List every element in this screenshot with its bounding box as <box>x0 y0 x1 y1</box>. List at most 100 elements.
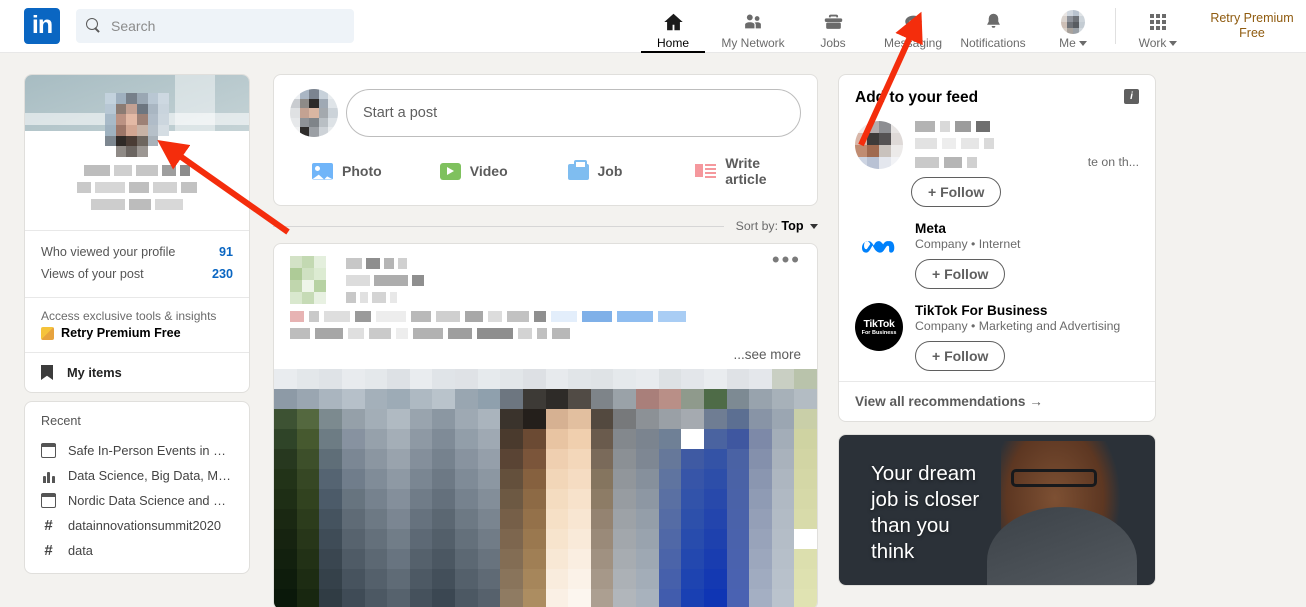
premium-upsell-block[interactable]: Access exclusive tools & insights Retry … <box>25 297 249 352</box>
post-author-name-redacted <box>346 258 424 269</box>
calendar-icon <box>41 493 56 508</box>
recent-item-2[interactable]: Nordic Data Science and Ma... <box>41 488 233 513</box>
suggestion-name[interactable]: Meta <box>915 221 1139 236</box>
profile-name-redacted <box>41 165 233 176</box>
view-all-recommendations-link[interactable]: View all recommendations → <box>839 381 1155 421</box>
stat-views-of-your-post[interactable]: Views of your post 230 <box>41 263 233 285</box>
composer-top-row: Start a post <box>290 89 801 137</box>
nav-divider <box>1115 8 1116 44</box>
add-to-your-feed-card: Add to your feed i te on th... + Follow … <box>838 74 1156 422</box>
follow-button-1[interactable]: + Follow <box>915 259 1006 289</box>
top-navigation-bar: in Home M <box>0 0 1306 53</box>
nav-item-jobs[interactable]: Jobs <box>793 0 873 53</box>
nav-item-my-network[interactable]: My Network <box>713 0 793 53</box>
nav-item-home[interactable]: Home <box>633 0 713 53</box>
post-author-sub-redacted <box>346 275 424 286</box>
composer-write-article-button[interactable]: Write article <box>673 147 801 195</box>
nav-label-jobs: Jobs <box>820 35 846 50</box>
suggestion-body: TikTok For Business Company • Marketing … <box>915 303 1139 371</box>
nav-item-work[interactable]: Work <box>1118 0 1198 53</box>
add-to-feed-header: Add to your feed i <box>855 89 1139 107</box>
follow-button-2[interactable]: + Follow <box>915 341 1006 371</box>
stat-label: Views of your post <box>41 267 144 281</box>
nav-label-notifications: Notifications <box>960 35 1026 50</box>
search-box[interactable] <box>76 9 354 43</box>
retry-premium-free-link[interactable]: Retry Premium Free <box>1198 0 1306 53</box>
sort-divider-line <box>273 225 724 227</box>
start-a-post-button[interactable]: Start a post <box>346 89 801 137</box>
recent-item-label: Safe In-Person Events in Pr... <box>68 443 233 458</box>
suggestion-body: Meta Company • Internet + Follow <box>915 221 1139 289</box>
nav-item-me[interactable]: Me <box>1033 0 1113 53</box>
suggestion-body: te on th... + Follow <box>911 121 1139 207</box>
recent-item-label: data <box>68 543 93 558</box>
my-items-row[interactable]: My items <box>25 352 249 392</box>
info-icon[interactable]: i <box>1124 89 1139 104</box>
hashtag-icon: # <box>44 517 53 534</box>
feed-sort-bar: Sort by: Top <box>273 219 818 233</box>
recent-item-0[interactable]: Safe In-Person Events in Pr... <box>41 438 233 463</box>
follow-button-0[interactable]: + Follow <box>911 177 1002 207</box>
ad-glasses <box>1011 469 1097 487</box>
recent-item-1[interactable]: Data Science, Big Data, Mac... <box>41 463 233 488</box>
stat-value: 230 <box>211 267 233 281</box>
premium-subtitle: Access exclusive tools & insights <box>41 309 217 323</box>
composer-job-button[interactable]: Job <box>546 147 674 195</box>
recent-item-4[interactable]: # data <box>41 538 233 563</box>
avatar-icon <box>1061 9 1085 34</box>
recent-item-label: datainnovationsummit2020 <box>68 518 221 533</box>
grid-icon <box>1150 10 1166 34</box>
post-see-more-link[interactable]: ...see more <box>274 345 817 369</box>
add-to-feed-title: Add to your feed <box>855 89 979 106</box>
suggestion-item-tiktok: TikTok For Business TikTok For Business … <box>855 303 1139 371</box>
suggestion-item-meta: Meta Company • Internet + Follow <box>855 221 1139 289</box>
suggestion-subtitle: Company • Internet <box>915 237 1021 251</box>
recent-item-3[interactable]: # datainnovationsummit2020 <box>41 513 233 538</box>
tiktok-for-business-logo-icon[interactable]: TikTok For Business <box>855 303 903 351</box>
composer-video-label: Video <box>469 163 508 179</box>
profile-card[interactable]: Who viewed your profile 91 Views of your… <box>24 74 250 393</box>
composer-avatar-pixelated[interactable] <box>290 89 338 137</box>
post-author-avatar-pixelated[interactable] <box>290 256 338 304</box>
composer-video-button[interactable]: Video <box>418 147 546 195</box>
sort-by-value: Top <box>781 219 804 233</box>
composer-write-article-label: Write article <box>725 155 767 187</box>
group-icon <box>41 468 56 483</box>
advertisement-card[interactable]: Your dream job is closer than you think <box>838 434 1156 586</box>
suggestion-avatar-pixelated[interactable] <box>855 121 903 169</box>
post-image-pixelated[interactable] <box>274 369 817 607</box>
nav-label-me: Me <box>1059 36 1087 50</box>
message-bubble-icon <box>902 10 925 34</box>
composer-photo-label: Photo <box>342 163 382 179</box>
nav-label-work: Work <box>1139 36 1178 50</box>
search-input[interactable] <box>111 18 336 34</box>
nav-item-messaging[interactable]: Messaging <box>873 0 953 53</box>
bookmark-icon <box>41 365 53 380</box>
chevron-down-icon <box>810 224 818 230</box>
recent-item-label: Nordic Data Science and Ma... <box>68 493 233 508</box>
chevron-down-icon <box>1078 40 1087 46</box>
profile-stats: Who viewed your profile 91 Views of your… <box>25 230 249 297</box>
premium-cta[interactable]: Retry Premium Free <box>41 326 233 340</box>
premium-cta-label: Retry Premium Free <box>61 326 181 340</box>
composer-photo-button[interactable]: Photo <box>290 147 418 195</box>
post-more-options-icon[interactable]: ••• <box>772 249 801 271</box>
stat-label: Who viewed your profile <box>41 245 176 259</box>
suggestion-item-redacted: te on th... + Follow <box>855 121 1139 207</box>
profile-avatar-pixelated[interactable] <box>105 93 169 157</box>
bell-icon <box>982 10 1005 34</box>
suggestion-name[interactable]: TikTok For Business <box>915 303 1139 318</box>
nav-item-notifications[interactable]: Notifications <box>953 0 1033 53</box>
linkedin-logo[interactable]: in <box>24 8 60 44</box>
nav-label-my-network: My Network <box>721 35 785 50</box>
composer-actions: Photo Video Job Write article <box>290 147 801 195</box>
post-header: ••• <box>274 244 817 309</box>
stat-who-viewed-your-profile[interactable]: Who viewed your profile 91 <box>41 241 233 263</box>
meta-logo-icon[interactable] <box>855 221 903 269</box>
sort-by-control[interactable]: Sort by: Top <box>724 219 818 233</box>
video-icon <box>439 162 461 180</box>
suggestion-name-redacted <box>915 121 1139 132</box>
home-icon <box>662 10 685 34</box>
recent-item-label: Data Science, Big Data, Mac... <box>68 468 233 483</box>
post-author-meta-redacted <box>346 256 424 309</box>
